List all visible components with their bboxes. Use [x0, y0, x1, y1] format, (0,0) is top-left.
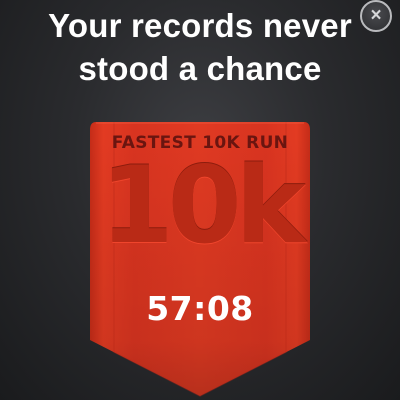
record-distance: 10k	[99, 144, 306, 267]
record-time: 57:08	[146, 289, 254, 328]
